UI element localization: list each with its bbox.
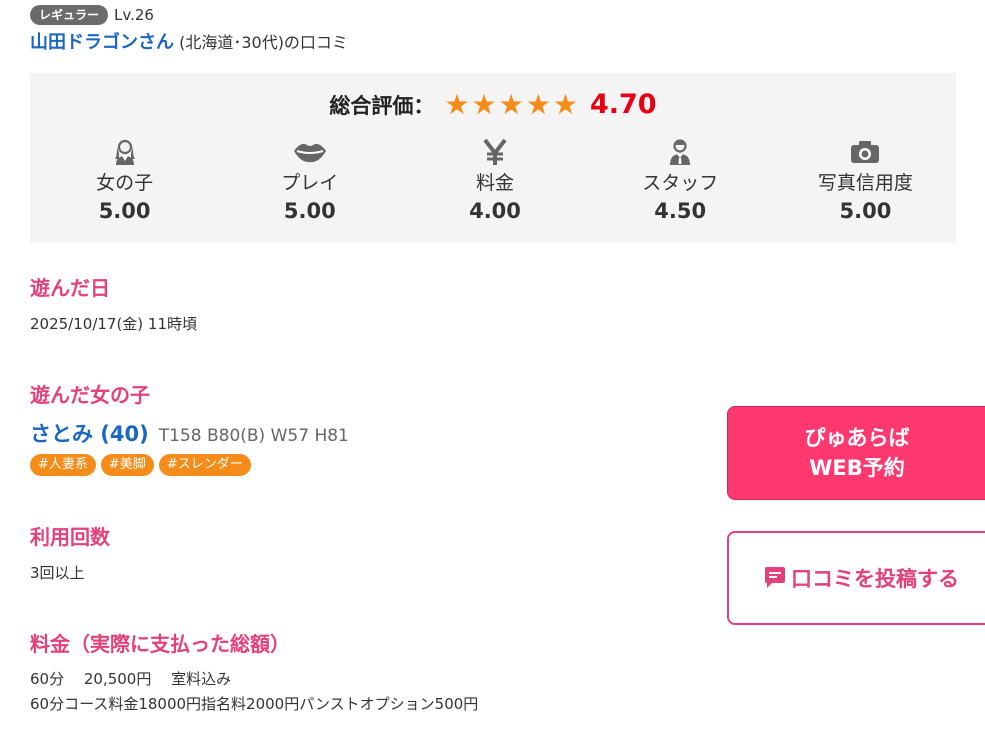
- price-title: 料金（実際に支払った総額）: [30, 632, 290, 656]
- tag[interactable]: #美脚: [100, 454, 154, 476]
- price-line1: 60分 20,500円 室料込み: [30, 670, 232, 688]
- web-button-line1: ぴゅあらば: [804, 426, 910, 450]
- reviewer-meta: (北海道･30代)の口コミ: [174, 33, 348, 52]
- overall-label: 総合評価：: [329, 93, 435, 118]
- category-ratings: 女の子 5.00 プレイ 5.00 料金 4.00 スタッフ 4.50 写真信用…: [30, 137, 956, 223]
- category-value: 5.00: [283, 199, 336, 223]
- woman-icon: [34, 137, 215, 167]
- post-review-button[interactable]: 口コミを投稿する: [727, 531, 985, 625]
- usage-count-title: 利用回数: [30, 525, 110, 549]
- visit-date-title: 遊んだ日: [30, 276, 110, 300]
- category-value: 5.00: [839, 199, 892, 223]
- reviewer-name-link[interactable]: 山田ドラゴンさん: [30, 32, 174, 53]
- star-icon: ★: [525, 87, 551, 121]
- reviewer-level: Lv.26: [114, 6, 154, 24]
- price-line2: 60分コース料金18000円指名料2000円パンストオプション500円: [30, 695, 479, 713]
- tag[interactable]: #スレンダー: [158, 454, 251, 476]
- yen-icon: [404, 137, 585, 167]
- star-rating: ★ ★ ★ ★ ★: [444, 87, 578, 121]
- category-woman: 女の子 5.00: [34, 137, 215, 223]
- web-reservation-button[interactable]: ぴゅあらば WEB予約: [727, 406, 985, 500]
- girl-section-title: 遊んだ女の子: [30, 383, 150, 407]
- category-photo: 写真信用度 5.00: [775, 137, 956, 223]
- chat-bubble-icon: [763, 566, 787, 590]
- usage-count-value: 3回以上: [30, 564, 85, 582]
- star-icon: ★: [498, 87, 524, 121]
- star-icon: ★: [444, 87, 470, 121]
- category-value: 5.00: [98, 199, 151, 223]
- girl-tags: #人妻系 #美脚 #スレンダー: [30, 454, 251, 476]
- camera-icon: [775, 137, 956, 167]
- category-label: スタッフ: [642, 172, 719, 194]
- category-price: 料金 4.00: [404, 137, 585, 223]
- post-button-label: 口コミを投稿する: [791, 567, 959, 591]
- star-icon: ★: [471, 87, 497, 121]
- web-button-line2: WEB予約: [809, 456, 905, 480]
- level-badge: レギュラー: [30, 5, 109, 25]
- star-icon: ★: [552, 87, 578, 121]
- category-label: 女の子: [96, 172, 154, 194]
- tag[interactable]: #人妻系: [30, 454, 96, 476]
- overall-rating: 総合評価： ★ ★ ★ ★ ★ 4.70: [30, 89, 956, 120]
- category-play: プレイ 5.00: [219, 137, 400, 223]
- rating-summary: 総合評価： ★ ★ ★ ★ ★ 4.70 女の子 5.00 プレイ 5.00 料…: [30, 73, 956, 243]
- staff-icon: [590, 137, 771, 167]
- category-value: 4.50: [654, 199, 707, 223]
- visit-date-value: 2025/10/17(金) 11時頃: [30, 315, 198, 333]
- category-value: 4.00: [469, 199, 521, 223]
- category-staff: スタッフ 4.50: [590, 137, 771, 223]
- girl-info: さとみ (40) T158 B80(B) W57 H81: [30, 418, 349, 448]
- reviewer-header: レギュラー Lv.26 山田ドラゴンさん (北海道･30代)の口コミ: [30, 4, 348, 54]
- category-label: 写真信用度: [817, 172, 913, 194]
- category-label: 料金: [476, 172, 515, 194]
- girl-stats: T158 B80(B) W57 H81: [158, 426, 349, 446]
- overall-score: 4.70: [589, 89, 657, 120]
- girl-name-link[interactable]: さとみ (40): [30, 418, 149, 448]
- category-label: プレイ: [281, 172, 339, 194]
- lips-icon: [219, 137, 400, 167]
